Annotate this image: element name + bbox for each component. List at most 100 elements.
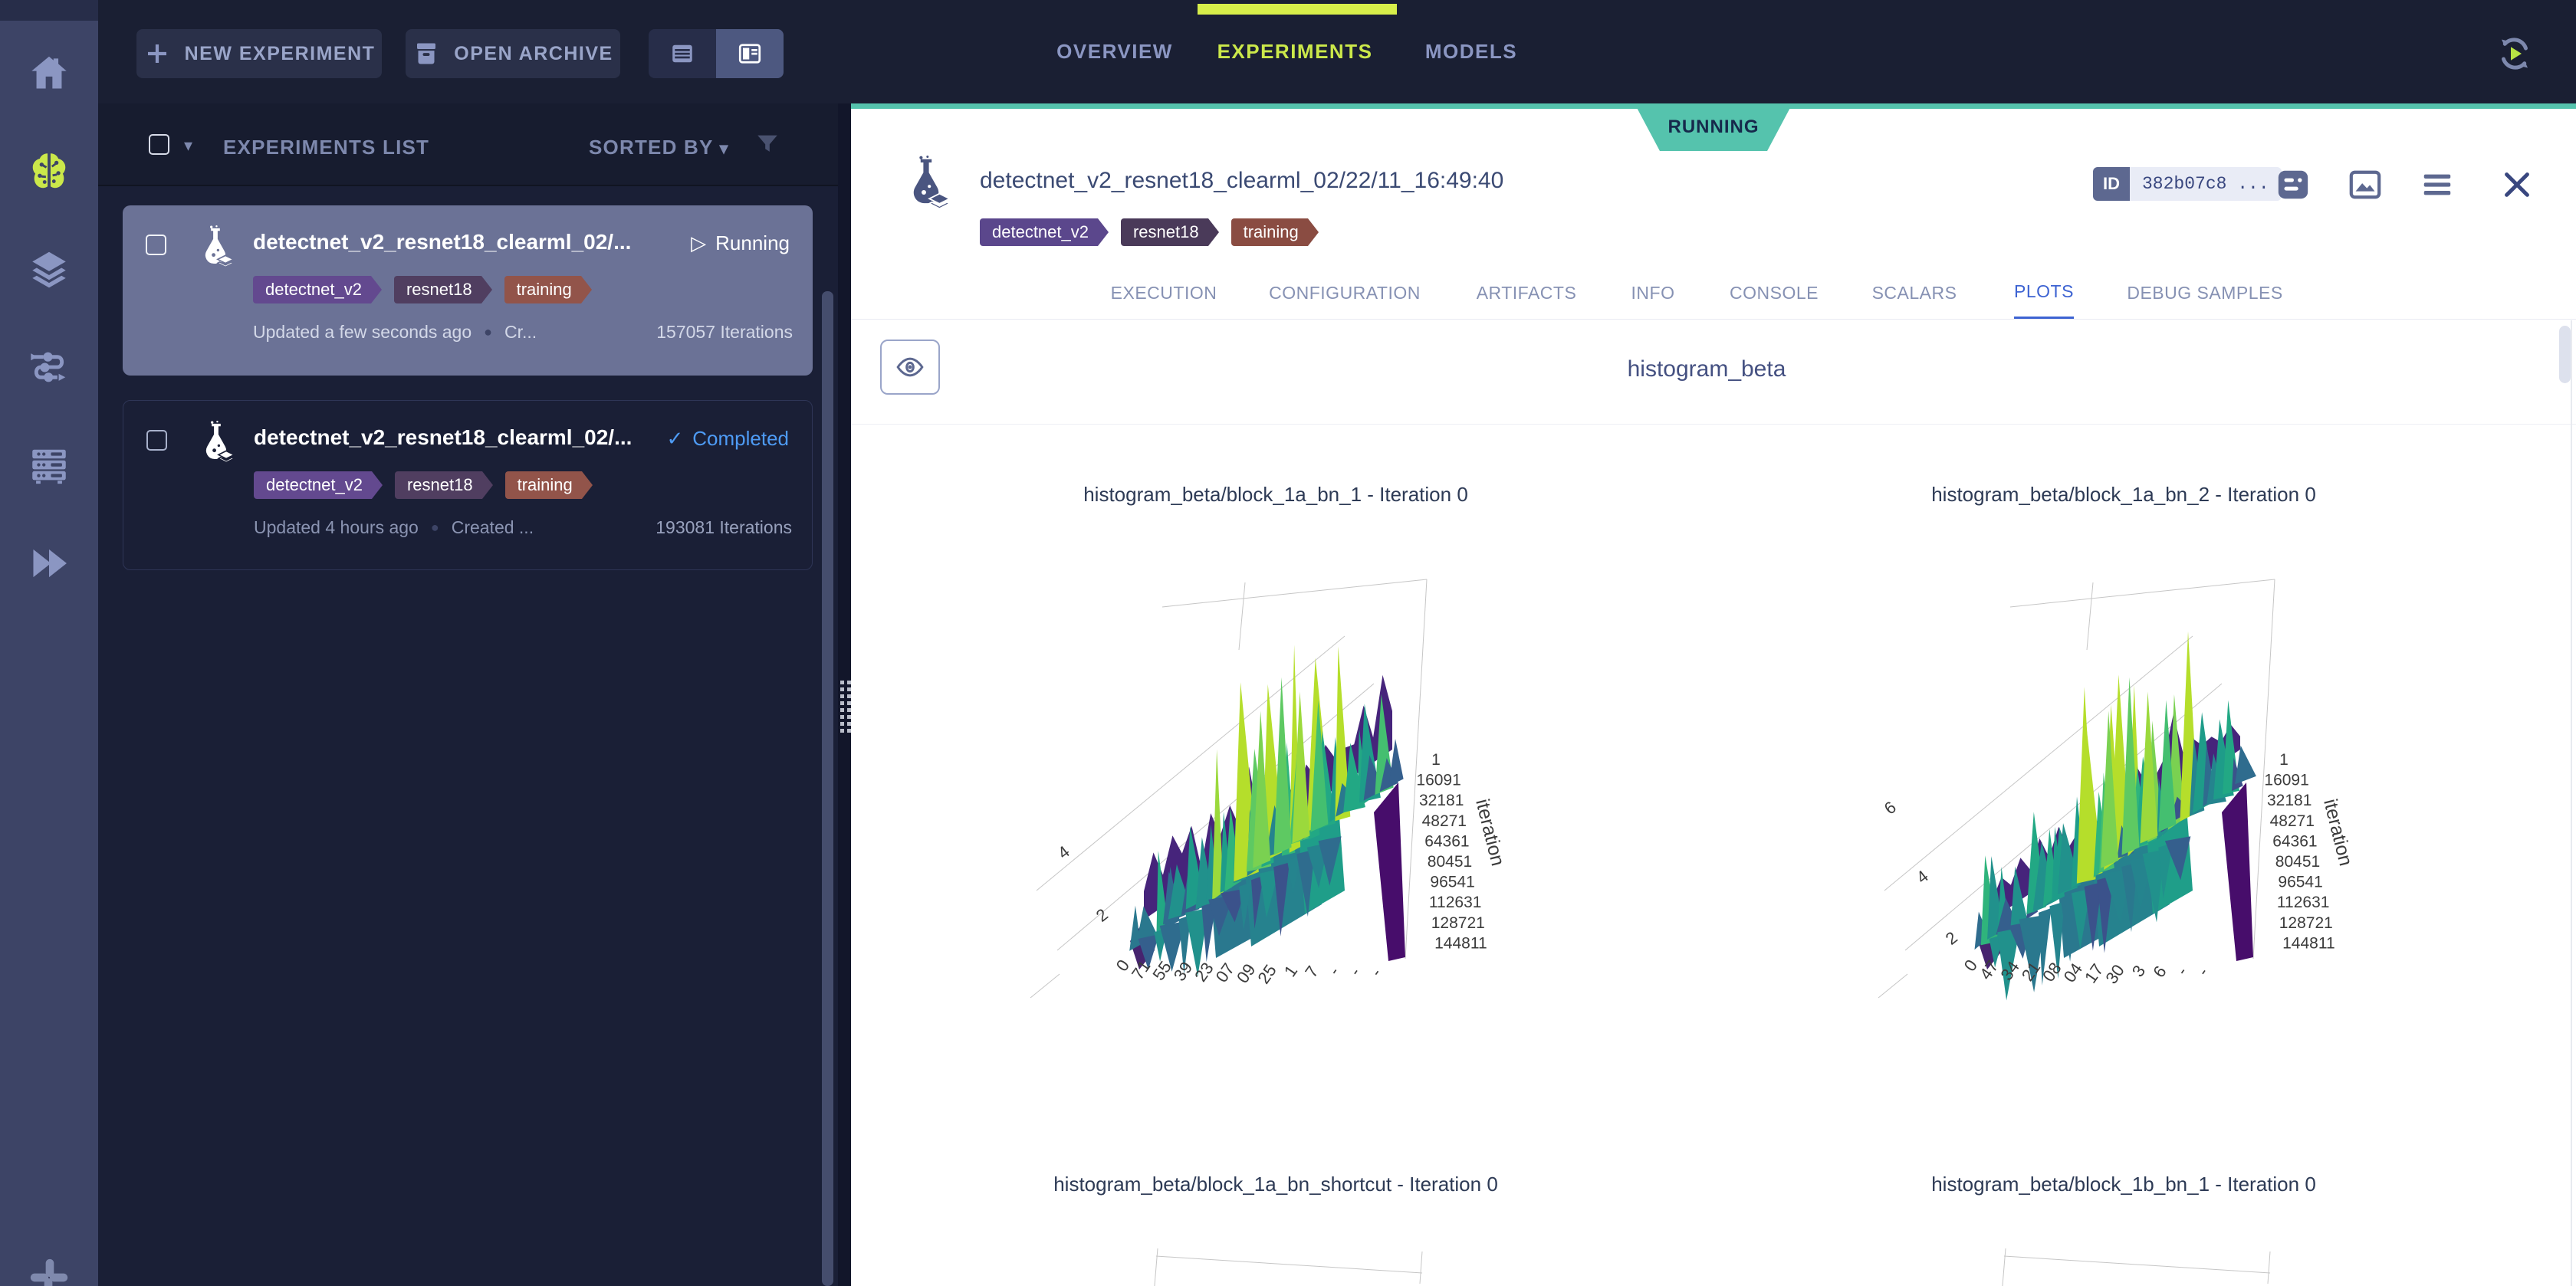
nav-tab-experiments[interactable]: EXPERIMENTS [1217,0,1373,103]
experiment-checkbox[interactable] [146,430,167,451]
select-all-caret-icon[interactable]: ▾ [184,136,192,156]
new-experiment-button[interactable]: NEW EXPERIMENT [136,29,382,78]
experiment-tags: detectnet_v2 resnet18 training [254,471,605,499]
svg-text:-: - [1366,964,1385,979]
updated-text: Updated 4 hours ago [254,517,419,538]
auto-refresh-icon [2492,31,2538,77]
svg-text:2: 2 [1942,927,1961,948]
sidebar-item-slack[interactable] [0,1235,98,1286]
tag-chip[interactable]: resnet18 [1121,218,1208,246]
tab-artifacts[interactable]: ARTIFACTS [1477,266,1577,320]
select-all-checkbox[interactable] [149,134,169,155]
table-view-button[interactable] [649,29,716,78]
details-panel-icon[interactable] [2275,167,2311,202]
projects-brain-icon [27,149,71,193]
sidebar-item-workers[interactable] [0,423,98,507]
tag-chip[interactable]: resnet18 [395,471,482,499]
experiment-flask-icon [193,225,238,270]
experiments-list-title: EXPERIMENTS LIST [223,136,429,159]
open-archive-button[interactable]: OPEN ARCHIVE [406,29,620,78]
svg-text:112631: 112631 [2277,894,2330,911]
surface-plot[interactable]: 1160913218148271643618045196541112631128… [1863,559,2384,1004]
nav-tab-overview[interactable]: OVERVIEW [1056,0,1173,103]
sidebar-item-queues[interactable] [0,521,98,605]
experiment-checkbox[interactable] [146,235,166,255]
experiments-list-header: ▾ EXPERIMENTS LIST SORTED BY ▾ [98,103,838,186]
nav-tab-models[interactable]: MODELS [1425,0,1517,103]
sidebar-item-datasets[interactable] [0,227,98,311]
svg-text:16091: 16091 [1416,772,1460,789]
plot-title: histogram_beta/block_1a_bn_shortcut - It… [852,1173,1700,1196]
svg-text:2: 2 [1092,904,1112,925]
open-archive-label: OPEN ARCHIVE [454,43,613,65]
tab-execution[interactable]: EXECUTION [1111,266,1217,320]
tab-debug-samples[interactable]: DEBUG SAMPLES [2127,266,2282,320]
svg-text:144811: 144811 [2282,934,2335,952]
svg-text:32181: 32181 [1419,792,1464,809]
menu-icon[interactable] [2420,167,2455,202]
svg-text:30: 30 [2101,961,2128,987]
experiments-list-panel: ▾ EXPERIMENTS LIST SORTED BY ▾ detectnet… [98,103,838,1286]
created-text: Cr... [504,322,537,343]
experiment-tags: detectnet_v2 resnet18 training [253,276,604,303]
detail-scrollbar-thumb[interactable] [2559,326,2571,383]
tag-chip[interactable]: training [505,471,582,499]
tab-scalars[interactable]: SCALARS [1872,266,1957,320]
plots-toolbar-divider [851,424,2576,425]
id-label: ID [2093,167,2130,201]
tag-chip[interactable]: detectnet_v2 [980,218,1098,246]
experiment-flask-icon [194,421,238,465]
created-text: Created ... [452,517,534,538]
svg-text:96541: 96541 [1430,874,1474,891]
tabbar-divider [851,319,2576,320]
close-icon[interactable] [2499,167,2535,202]
tag-chip[interactable]: detectnet_v2 [254,471,372,499]
image-preview-icon[interactable] [2348,167,2383,202]
updated-text: Updated a few seconds ago [253,322,472,343]
svg-text:-: - [1346,963,1365,979]
tab-info[interactable]: INFO [1631,266,1675,320]
svg-text:4: 4 [1913,866,1932,887]
clearml-app: NEW EXPERIMENT OPEN ARCHIVE [0,0,2576,1286]
tag-chip[interactable]: training [504,276,581,303]
svg-text:1: 1 [2279,751,2288,769]
archive-icon [412,40,440,67]
list-scrollbar-thumb[interactable] [822,291,833,1286]
panel-resizer-handle[interactable] [838,103,851,1286]
iterations-count: 193081 Iterations [656,517,792,538]
experiment-id-badge[interactable]: ID 382b07c8 ... [2093,167,2282,201]
tab-plots[interactable]: PLOTS [2014,266,2074,320]
filter-icon[interactable] [754,131,780,157]
sidebar [0,21,98,1286]
status-banner: RUNNING [1635,103,1792,151]
svg-text:25: 25 [1254,961,1280,987]
experiment-meta: Updated a few seconds ago ● Cr... [253,322,537,343]
sorted-by-dropdown[interactable]: SORTED BY ▾ [589,136,729,159]
sidebar-item-pipelines[interactable] [0,325,98,409]
experiment-card-running[interactable]: detectnet_v2_resnet18_clearml_02/... ▷ R… [123,205,813,376]
surface-plot-partial[interactable] [1863,1245,2384,1286]
tag-chip[interactable]: training [1231,218,1308,246]
svg-text:48271: 48271 [2270,812,2315,830]
plot-title: histogram_beta/block_1a_bn_1 - Iteration… [852,483,1700,507]
tab-console[interactable]: CONSOLE [1730,266,1819,320]
dot-separator: ● [484,324,492,340]
slack-community-icon [27,1255,71,1286]
auto-refresh-button[interactable] [2492,31,2538,77]
tag-chip[interactable]: detectnet_v2 [253,276,371,303]
svg-text:64361: 64361 [1424,832,1469,850]
experiment-card-completed[interactable]: detectnet_v2_resnet18_clearml_02/... ✓ C… [123,400,813,570]
surface-plot[interactable]: 1160913218148271643618045196541112631128… [1015,559,1536,1004]
new-experiment-label: NEW EXPERIMENT [185,43,376,65]
sidebar-item-projects[interactable] [0,129,98,213]
sidebar-item-home[interactable] [0,31,98,115]
datasets-layers-icon [27,247,71,291]
tab-configuration[interactable]: CONFIGURATION [1269,266,1421,320]
svg-text:1: 1 [1280,962,1302,980]
svg-text:-: - [1324,963,1343,979]
tag-chip[interactable]: resnet18 [394,276,481,303]
card-view-button[interactable] [716,29,784,78]
pipelines-icon [27,345,71,389]
experiment-meta: Updated 4 hours ago ● Created ... [254,517,534,538]
surface-plot-partial[interactable] [1015,1245,1536,1286]
